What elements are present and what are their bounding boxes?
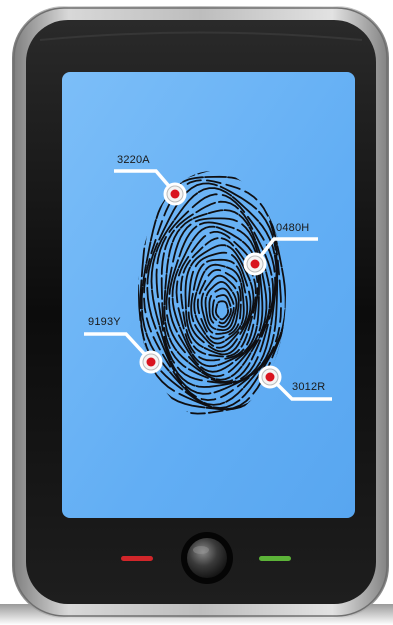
callout-label-2: 0480H: [276, 222, 310, 234]
target-marker-icon: [258, 365, 282, 389]
home-button-icon[interactable]: [181, 532, 233, 584]
callout-label-4: 3012R: [292, 381, 326, 393]
phone-screen: [62, 72, 355, 518]
target-marker-icon: [163, 182, 187, 206]
target-marker-icon: [139, 350, 163, 374]
target-marker-icon: [243, 252, 267, 276]
red-call-button-icon[interactable]: [121, 556, 153, 561]
phone-graphic: [0, 6, 393, 625]
green-end-button-icon[interactable]: [259, 556, 291, 561]
callout-label-1: 3220A: [117, 154, 150, 166]
callout-label-3: 9193Y: [88, 316, 121, 328]
phone-illustration: 3220A 0480H 9193Y 3012R: [0, 0, 393, 625]
